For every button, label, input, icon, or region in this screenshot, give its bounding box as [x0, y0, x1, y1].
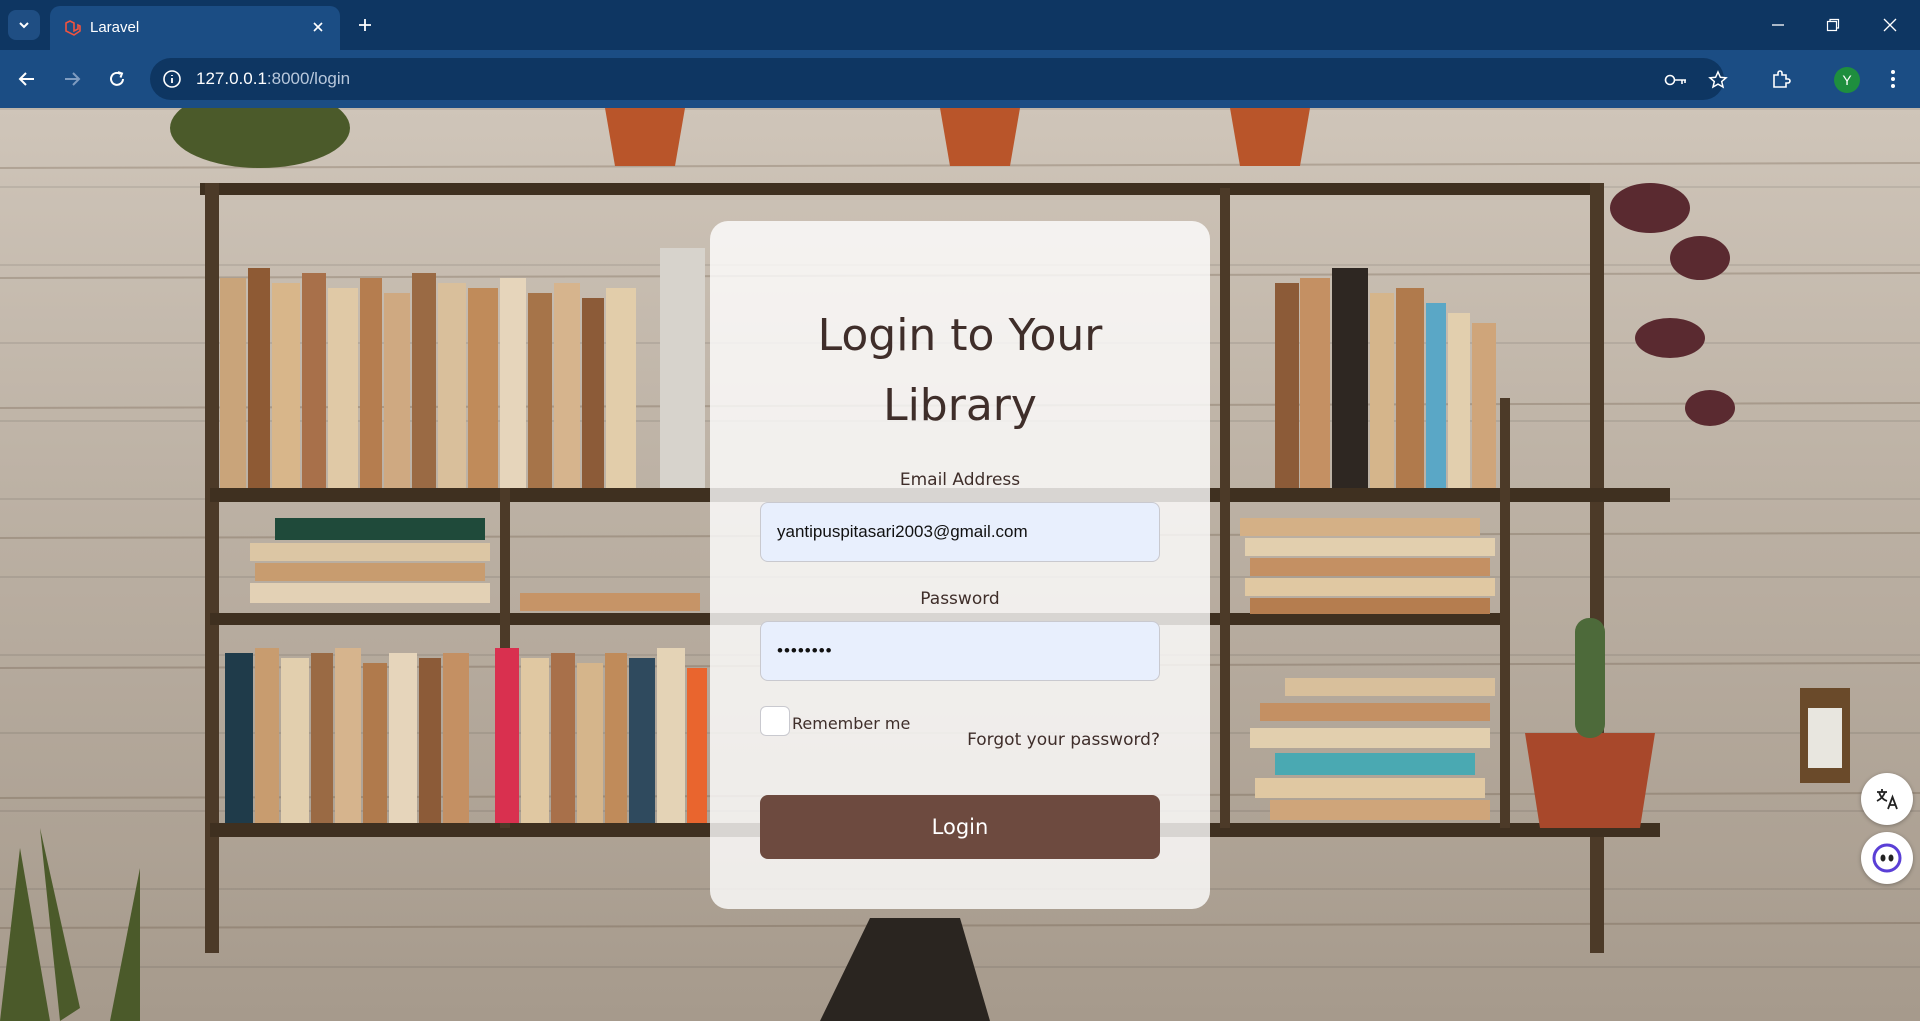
title-line-2: Library	[883, 380, 1037, 431]
page-background: Login to Your Library Email Address yant…	[0, 108, 1920, 1021]
translate-button[interactable]	[1861, 773, 1913, 825]
translate-icon	[1876, 789, 1898, 810]
extensions-icon	[1773, 70, 1791, 88]
minimize-button[interactable]	[1763, 12, 1793, 38]
reload-button[interactable]	[102, 64, 132, 94]
close-window-button[interactable]	[1875, 12, 1905, 38]
laravel-icon	[65, 20, 81, 36]
back-button[interactable]	[12, 64, 42, 94]
minimize-icon	[1772, 24, 1784, 26]
login-button[interactable]: Login	[760, 795, 1160, 859]
assistant-icon	[1872, 843, 1902, 873]
password-field[interactable]: ••••••••	[760, 621, 1160, 681]
forward-button[interactable]	[57, 64, 87, 94]
login-card: Login to Your Library Email Address yant…	[710, 221, 1210, 909]
plus-icon	[359, 19, 371, 31]
url-host: 127.0.0.1	[196, 69, 267, 88]
tab-search-button[interactable]	[8, 10, 40, 40]
close-icon	[1883, 18, 1897, 32]
tab-laravel[interactable]: Laravel	[50, 6, 340, 50]
close-tab-button[interactable]	[308, 17, 328, 37]
url-path: :8000/login	[266, 69, 351, 88]
password-key-button[interactable]	[1664, 68, 1688, 92]
menu-button[interactable]	[1878, 64, 1908, 94]
info-icon[interactable]	[162, 69, 182, 89]
profile-avatar[interactable]: Y	[1834, 67, 1860, 93]
restore-icon	[1826, 18, 1840, 32]
forward-icon	[65, 72, 81, 86]
browser-toolbar: 127.0.0.1:8000/login	[0, 50, 1920, 108]
email-label: Email Address	[899, 470, 1021, 490]
back-icon	[18, 72, 34, 86]
page-title: Login to Your Library	[710, 301, 1210, 441]
star-icon	[1708, 70, 1728, 89]
tab-strip: Laravel	[0, 0, 1920, 50]
restore-button[interactable]	[1818, 12, 1848, 38]
reload-icon	[110, 71, 124, 86]
chevron-down-icon	[19, 22, 29, 29]
address-bar[interactable]: 127.0.0.1:8000/login	[150, 58, 1728, 100]
extensions-button[interactable]	[1766, 64, 1796, 94]
key-icon	[1664, 74, 1686, 86]
email-field[interactable]: yantipuspitasari2003@gmail.com	[760, 502, 1160, 562]
remember-me-label[interactable]: Remember me	[792, 714, 910, 733]
assistant-button[interactable]	[1861, 832, 1913, 884]
bookmark-button[interactable]	[1706, 68, 1730, 92]
password-label: Password	[920, 589, 1000, 609]
title-line-1: Login to Your	[817, 310, 1103, 361]
tab-title: Laravel	[90, 19, 140, 36]
more-icon	[1891, 70, 1895, 88]
close-icon	[313, 22, 323, 32]
forgot-password-link[interactable]: Forgot your password?	[967, 730, 1160, 750]
new-tab-button[interactable]	[352, 12, 378, 38]
remember-me-checkbox[interactable]	[760, 706, 790, 736]
url-text[interactable]: 127.0.0.1:8000/login	[196, 69, 350, 89]
